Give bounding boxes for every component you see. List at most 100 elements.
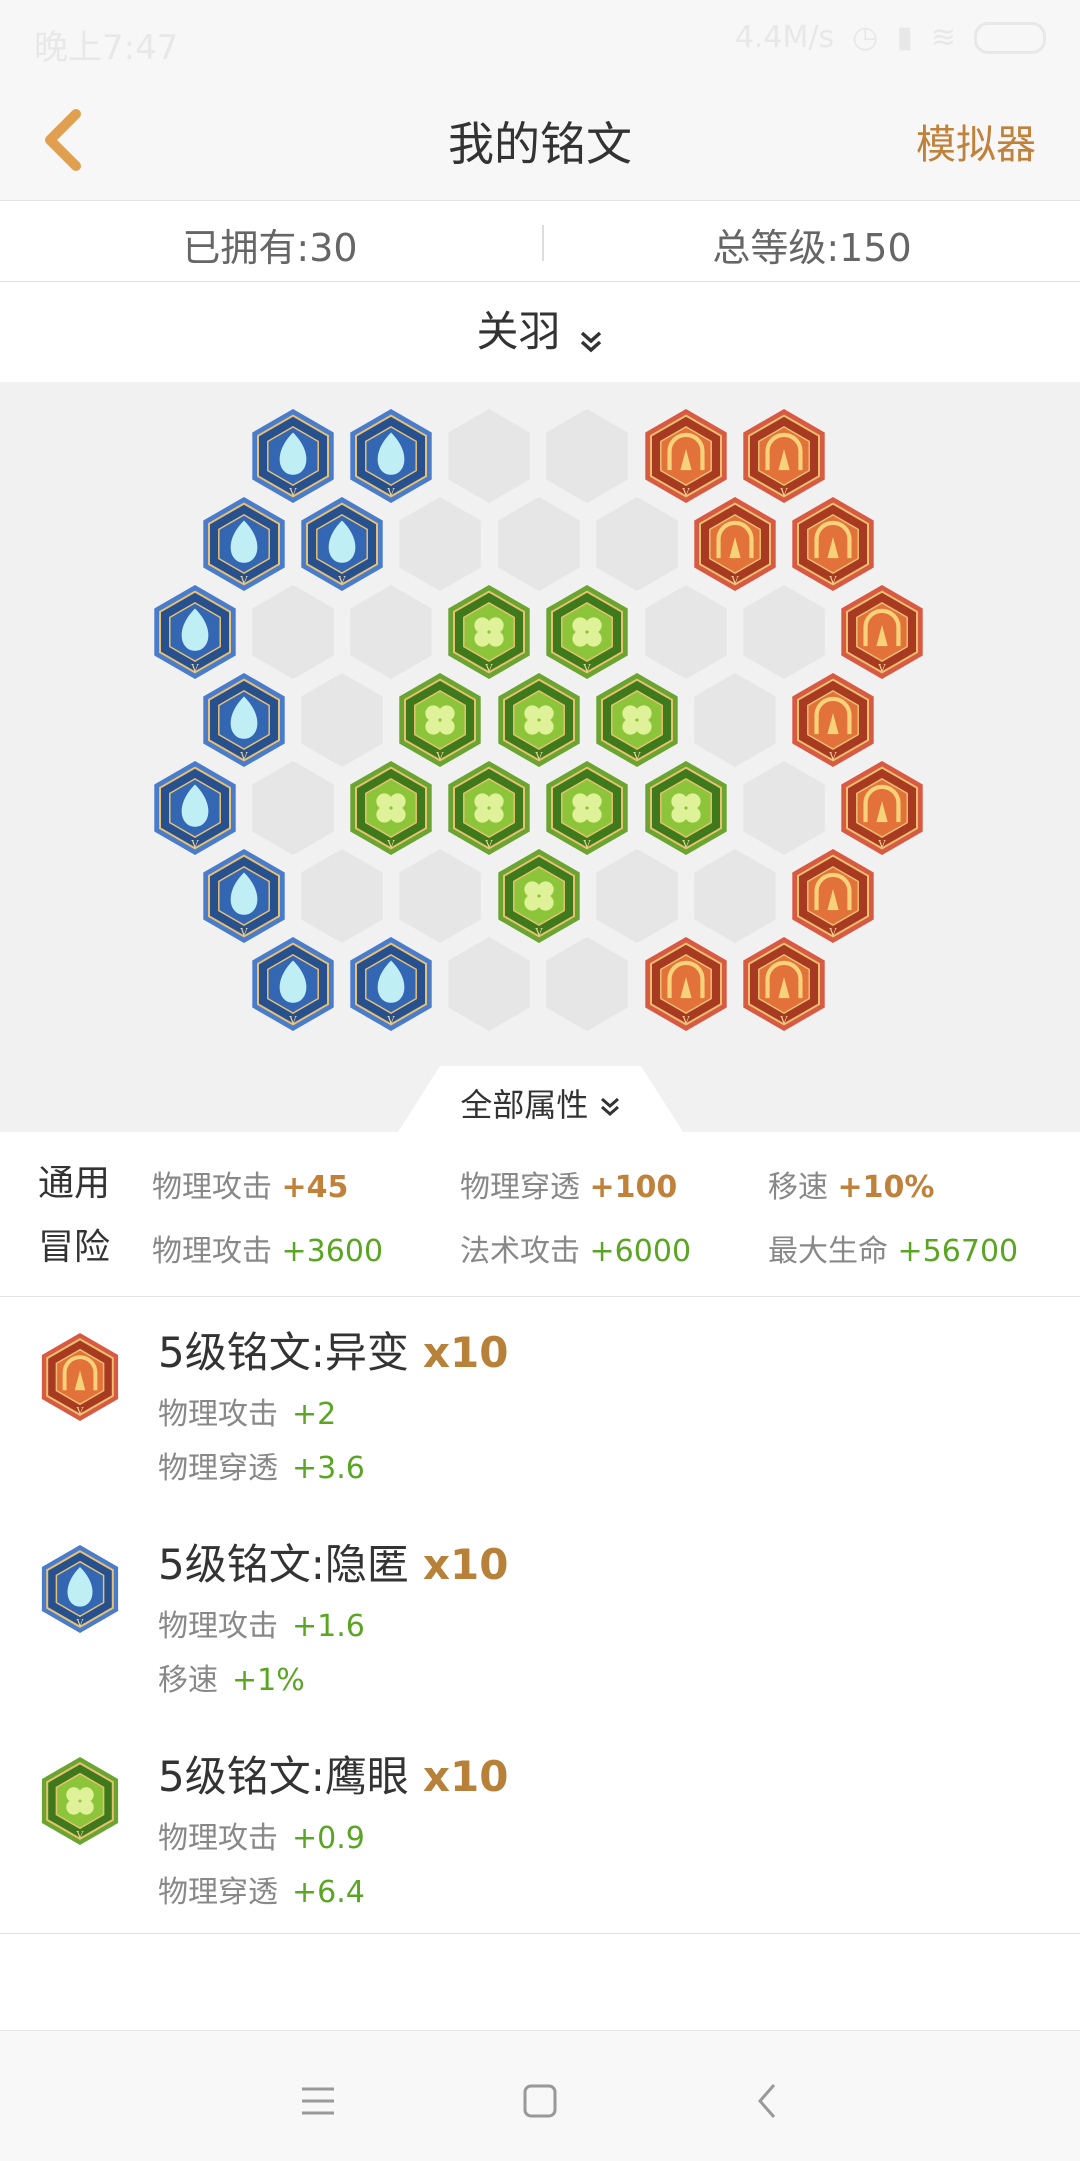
all-attributes-label: 全部属性 — [460, 1086, 589, 1124]
blue-rune-slot[interactable]: V — [203, 849, 285, 943]
home-button[interactable] — [510, 2071, 570, 2131]
red-rune-slot[interactable]: V — [792, 497, 874, 591]
green-rune-slot[interactable]: V — [498, 849, 580, 943]
svg-text:V: V — [534, 926, 543, 938]
blue-rune-slot[interactable]: V — [350, 409, 432, 503]
rune-stat: 物理攻击 +1.6 — [158, 1601, 365, 1645]
green-rune-icon: V — [40, 1755, 120, 1851]
empty-rune-slot[interactable] — [546, 937, 628, 1031]
square-home-icon — [523, 2084, 557, 2118]
blue-rune-slot[interactable]: V — [301, 497, 383, 591]
empty-rune-slot[interactable] — [645, 585, 727, 679]
empty-rune-slot[interactable] — [301, 673, 383, 767]
empty-rune-slot[interactable] — [743, 761, 825, 855]
blue-rune-slot[interactable]: V — [252, 409, 334, 503]
blue-rune-slot[interactable]: V — [203, 673, 285, 767]
menu-button[interactable] — [288, 2071, 348, 2131]
all-attributes-tab[interactable]: 全部属性 — [398, 1066, 683, 1132]
empty-rune-slot[interactable] — [448, 409, 530, 503]
rune-list-item[interactable]: V 5级铭文:鹰眼 x10 物理攻击 +0.9 物理穿透 +6.4 — [0, 1721, 1080, 1934]
rune-name: 5级铭文:鹰眼 — [158, 1752, 409, 1801]
green-rune-slot[interactable]: V — [399, 673, 481, 767]
svg-text:V: V — [779, 486, 788, 498]
green-rune-slot[interactable]: V — [350, 761, 432, 855]
blue-rune-slot[interactable]: V — [252, 937, 334, 1031]
red-rune-slot[interactable]: V — [792, 849, 874, 943]
red-rune-slot[interactable]: V — [792, 673, 874, 767]
green-rune-slot[interactable]: V — [448, 761, 530, 855]
attr-name: 物理攻击 — [152, 1170, 272, 1205]
stat-name: 移速 — [158, 1663, 218, 1698]
red-rune-slot[interactable]: V — [694, 497, 776, 591]
empty-rune-slot[interactable] — [596, 849, 678, 943]
adventure-label: 冒险 — [38, 1227, 111, 1268]
blue-rune-slot[interactable]: V — [154, 585, 236, 679]
double-chevron-down-icon — [580, 331, 601, 352]
attr-name: 物理攻击 — [152, 1234, 272, 1269]
signal-icon: ▮ — [896, 20, 913, 55]
svg-text:V: V — [76, 1618, 85, 1629]
stat-value: +1.6 — [292, 1609, 365, 1644]
empty-rune-slot[interactable] — [694, 673, 776, 767]
wifi-icon: ≋ — [930, 20, 956, 55]
status-bar: 晚上7:47 4.4M/s ◷ ▮ ≋ — [0, 0, 1080, 80]
general-attr-2: 物理穿透 +100 — [460, 1162, 677, 1206]
red-rune-slot[interactable]: V — [841, 761, 923, 855]
empty-rune-slot[interactable] — [399, 497, 481, 591]
attr-value: +3600 — [281, 1234, 384, 1269]
red-rune-slot[interactable]: V — [645, 937, 727, 1031]
svg-text:V: V — [288, 1014, 297, 1026]
empty-rune-slot[interactable] — [498, 497, 580, 591]
empty-rune-slot[interactable] — [252, 585, 334, 679]
green-rune-slot[interactable]: V — [645, 761, 727, 855]
svg-text:V: V — [288, 486, 297, 498]
svg-text:V: V — [386, 838, 395, 850]
nav-bar: 我的铭文 模拟器 — [0, 80, 1080, 201]
green-rune-slot[interactable]: V — [448, 585, 530, 679]
svg-text:V: V — [239, 574, 248, 586]
system-back-button[interactable] — [738, 2071, 798, 2131]
blue-rune-slot[interactable]: V — [154, 761, 236, 855]
green-rune-slot[interactable]: V — [546, 761, 628, 855]
rune-stat: 物理攻击 +0.9 — [158, 1813, 365, 1857]
svg-text:V: V — [190, 662, 199, 674]
empty-rune-slot[interactable] — [252, 761, 334, 855]
adventure-attr-2: 法术攻击 +6000 — [460, 1226, 691, 1270]
green-rune-slot[interactable]: V — [498, 673, 580, 767]
rune-stat: 移速 +1% — [158, 1655, 305, 1699]
red-rune-slot[interactable]: V — [743, 937, 825, 1031]
empty-rune-slot[interactable] — [399, 849, 481, 943]
rune-stat: 物理穿透 +6.4 — [158, 1867, 365, 1911]
rune-list-item[interactable]: V 5级铭文:隐匿 x10 物理攻击 +1.6 移速 +1% — [0, 1509, 1080, 1722]
green-rune-slot[interactable]: V — [546, 585, 628, 679]
rune-stat: 物理穿透 +3.6 — [158, 1443, 365, 1487]
svg-text:V: V — [582, 838, 591, 850]
hero-selector[interactable]: 关羽 — [0, 282, 1080, 382]
red-rune-slot[interactable]: V — [743, 409, 825, 503]
rune-list-item[interactable]: V 5级铭文:异变 x10 物理攻击 +2 物理穿透 +3.6 — [0, 1297, 1080, 1510]
rune-count: x10 — [422, 1540, 509, 1589]
empty-rune-slot[interactable] — [694, 849, 776, 943]
simulator-button[interactable]: 模拟器 — [916, 112, 1036, 170]
stat-value: +1% — [232, 1663, 305, 1698]
svg-text:V: V — [877, 662, 886, 674]
svg-text:V: V — [828, 750, 837, 762]
system-nav-bar — [0, 2030, 1080, 2161]
empty-rune-slot[interactable] — [743, 585, 825, 679]
svg-text:V: V — [239, 926, 248, 938]
empty-rune-slot[interactable] — [546, 409, 628, 503]
empty-rune-slot[interactable] — [301, 849, 383, 943]
empty-rune-slot[interactable] — [448, 937, 530, 1031]
empty-rune-slot[interactable] — [596, 497, 678, 591]
red-rune-slot[interactable]: V — [841, 585, 923, 679]
stat-value: +0.9 — [292, 1821, 365, 1856]
blue-rune-slot[interactable]: V — [203, 497, 285, 591]
stat-name: 物理攻击 — [158, 1609, 278, 1644]
red-rune-slot[interactable]: V — [645, 409, 727, 503]
empty-rune-slot[interactable] — [350, 585, 432, 679]
green-rune-slot[interactable]: V — [596, 673, 678, 767]
svg-text:V: V — [632, 750, 641, 762]
svg-text:V: V — [681, 1014, 690, 1026]
blue-rune-slot[interactable]: V — [350, 937, 432, 1031]
rune-grid: V V V V V V V V V V V V V V V V V V V V V V V V V V V V V V — [154, 409, 923, 1031]
